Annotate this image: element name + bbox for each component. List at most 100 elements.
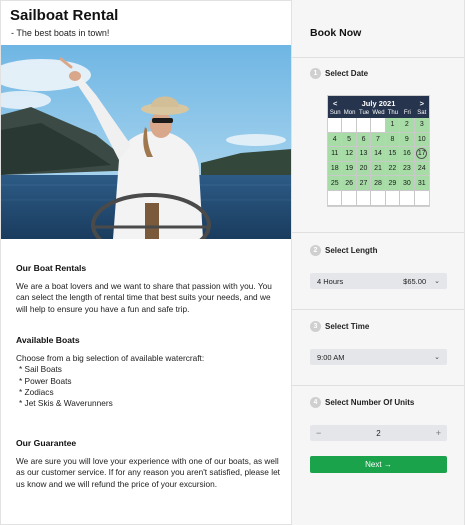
calendar-day[interactable]: 12 (342, 147, 357, 162)
calendar-empty-cell (356, 190, 372, 206)
calendar-empty-cell (371, 190, 386, 206)
calendar-day[interactable]: 1 (385, 118, 401, 133)
list-item: Jet Skis & Waverunners (19, 398, 284, 409)
calendar-day[interactable]: 15 (385, 147, 401, 162)
divider (292, 57, 464, 58)
main-panel: Sailboat Rental - The best boats in town… (0, 0, 292, 525)
boats-heading: Available Boats (16, 335, 80, 345)
calendar-day[interactable]: 30 (400, 176, 415, 191)
calendar-day[interactable]: 14 (371, 147, 386, 162)
rentals-heading: Our Boat Rentals (16, 263, 87, 273)
calendar-day[interactable]: 4 (328, 132, 343, 148)
calendar-empty-cell (356, 118, 372, 133)
calendar-day[interactable]: 31 (414, 176, 429, 191)
length-price: $65.00 (403, 276, 427, 286)
calendar-day[interactable]: 5 (342, 132, 357, 148)
rentals-body: We are a boat lovers and we want to shar… (16, 281, 272, 314)
weekday-label: Thu (387, 110, 399, 116)
step-label: Select Date (325, 69, 369, 78)
calendar-day[interactable]: 24 (414, 161, 429, 177)
page-title: Sailboat Rental (10, 7, 119, 24)
list-item: Sail Boats (19, 364, 284, 375)
section-boats: Available Boats Choose from a big select… (16, 335, 284, 409)
weekday-label: Tue (359, 110, 370, 116)
calendar-day[interactable]: 21 (371, 161, 386, 177)
calendar-day[interactable]: 20 (356, 161, 372, 177)
units-value[interactable]: 2 (376, 429, 380, 438)
calendar-day[interactable]: 19 (342, 161, 357, 177)
weekday-label: Fri (403, 110, 411, 116)
section-guarantee: Our Guarantee We are sure you will love … (16, 438, 284, 490)
calendar-day[interactable]: 2 (400, 118, 415, 133)
list-item: Zodiacs (19, 387, 284, 398)
calendar-empty-cell (400, 190, 415, 206)
calendar-empty-cell (371, 118, 386, 133)
decrement-button[interactable]: − (316, 428, 321, 438)
hero-image (1, 45, 292, 239)
step-select-date: 1 Select Date (310, 68, 368, 79)
calendar-day[interactable]: 29 (385, 176, 401, 191)
calendar-month: July 2021 (361, 98, 396, 108)
calendar-day[interactable]: 22 (385, 161, 401, 177)
weekday-label: Sun (329, 110, 341, 116)
calendar-day[interactable]: 25 (328, 176, 343, 191)
calendar-day[interactable]: 11 (328, 147, 343, 162)
weekday-label: Sat (417, 110, 427, 116)
prev-month-button[interactable]: < (333, 99, 337, 108)
chevron-down-icon: ⌄ (434, 354, 440, 361)
step-number: 1 (310, 68, 321, 79)
step-label: Select Length (325, 246, 378, 255)
step-label: Select Number Of Units (325, 398, 415, 407)
boats-list: Sail Boats Power Boats Zodiacs Jet Skis … (19, 364, 284, 409)
step-select-units: 4 Select Number Of Units (310, 397, 414, 408)
weekday-label: Mon (343, 110, 356, 116)
calendar-day[interactable]: 6 (356, 132, 372, 148)
hero-photo (1, 45, 292, 239)
booking-panel: Book Now 1 Select Date < July 2021 > Sun… (291, 0, 465, 525)
calendar-empty-cell (328, 118, 343, 133)
calendar-day[interactable]: 8 (385, 132, 401, 148)
calendar-day[interactable]: 13 (356, 147, 372, 162)
calendar-day[interactable]: 23 (400, 161, 415, 177)
list-item: Power Boats (19, 376, 284, 387)
calendar-empty-cell (342, 118, 357, 133)
length-value: 4 Hours (317, 276, 344, 286)
boats-intro: Choose from a big selection of available… (16, 353, 205, 363)
time-select[interactable]: 9:00 AM ⌄ (310, 349, 447, 365)
calendar-day[interactable]: 17 (414, 147, 429, 162)
weekday-row: Sun Mon Tue Wed Thu Fri Sat (328, 110, 429, 118)
chevron-down-icon: ⌄ (434, 278, 440, 285)
calendar-empty-cell (342, 190, 357, 206)
next-button[interactable]: Next → (310, 456, 447, 473)
calendar-day[interactable]: 9 (400, 132, 415, 148)
calendar-day[interactable]: 7 (371, 132, 386, 148)
step-select-time: 3 Select Time (310, 321, 369, 332)
booking-title: Book Now (310, 27, 362, 39)
calendar-day[interactable]: 16 (400, 147, 415, 162)
calendar-empty-cell (328, 190, 343, 206)
date-calendar: < July 2021 > Sun Mon Tue Wed Thu Fri Sat 1234… (327, 95, 430, 207)
calendar-day[interactable]: 3 (414, 118, 429, 133)
divider (292, 232, 464, 233)
calendar-day[interactable]: 28 (371, 176, 386, 191)
calendar-day[interactable]: 10 (414, 132, 429, 148)
calendar-header: < July 2021 > (328, 96, 429, 110)
length-select[interactable]: 4 Hours $65.00 ⌄ (310, 273, 447, 289)
units-stepper: − 2 + (310, 425, 447, 441)
calendar-day[interactable]: 27 (356, 176, 372, 191)
calendar-day[interactable]: 26 (342, 176, 357, 191)
weekday-label: Wed (372, 110, 385, 116)
step-label: Select Time (325, 322, 370, 331)
step-select-length: 2 Select Length (310, 245, 377, 256)
section-rentals: Our Boat Rentals We are a boat lovers an… (16, 263, 284, 315)
calendar-day[interactable]: 18 (328, 161, 343, 177)
step-number: 2 (310, 245, 321, 256)
increment-button[interactable]: + (436, 428, 441, 438)
guarantee-heading: Our Guarantee (16, 438, 77, 448)
calendar-empty-cell (385, 190, 401, 206)
step-number: 3 (310, 321, 321, 332)
next-month-button[interactable]: > (420, 99, 424, 108)
divider (292, 309, 464, 310)
tagline: - The best boats in town! (11, 28, 110, 38)
divider (292, 385, 464, 386)
